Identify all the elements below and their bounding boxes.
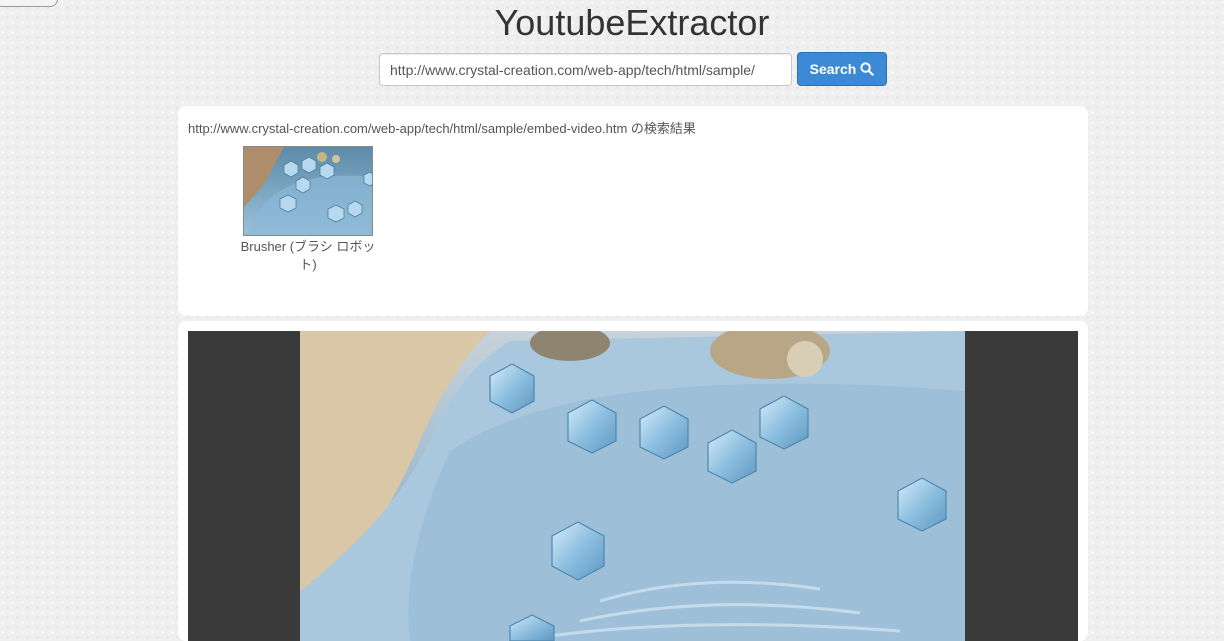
result-thumbnail[interactable] (243, 146, 373, 236)
results-heading: http://www.crystal-creation.com/web-app/… (188, 121, 696, 136)
results-panel: http://www.crystal-creation.com/web-app/… (178, 106, 1088, 316)
result-item[interactable]: Brusher (ブラシ ロボット) (230, 146, 386, 274)
search-input[interactable] (379, 53, 792, 86)
result-title[interactable]: Brusher (ブラシ ロボット) (230, 238, 386, 274)
search-button[interactable]: Search (797, 52, 887, 86)
app-title: YoutubeExtractor (494, 2, 770, 43)
search-button-label: Search (809, 61, 857, 77)
player-panel (178, 321, 1088, 641)
video-frame (300, 331, 965, 641)
search-icon (860, 62, 875, 76)
video-player[interactable] (188, 331, 1078, 641)
